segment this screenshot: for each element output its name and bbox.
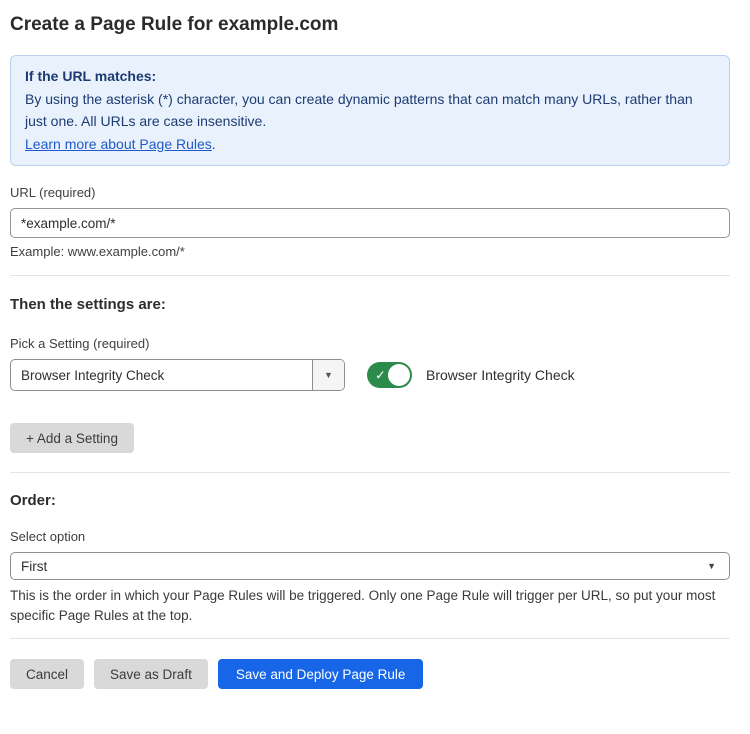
chevron-down-icon: ▼ bbox=[324, 370, 333, 380]
info-box-heading: If the URL matches: bbox=[25, 65, 715, 88]
save-as-draft-button[interactable]: Save as Draft bbox=[94, 659, 208, 689]
toggle-knob bbox=[388, 364, 410, 386]
pick-setting-label: Pick a Setting (required) bbox=[10, 336, 730, 351]
order-help-text: This is the order in which your Page Rul… bbox=[10, 586, 730, 626]
link-suffix: . bbox=[212, 136, 216, 152]
page-title: Create a Page Rule for example.com bbox=[10, 14, 730, 36]
chevron-down-icon: ▼ bbox=[694, 553, 729, 579]
settings-section-heading: Then the settings are: bbox=[10, 296, 730, 313]
page-rule-form: Create a Page Rule for example.com If th… bbox=[0, 14, 750, 689]
cancel-button[interactable]: Cancel bbox=[10, 659, 84, 689]
add-setting-button[interactable]: + Add a Setting bbox=[10, 423, 134, 453]
divider bbox=[10, 638, 730, 639]
setting-select-caret-button[interactable]: ▼ bbox=[312, 360, 344, 390]
order-select[interactable]: First ▼ bbox=[10, 552, 730, 580]
setting-select[interactable]: Browser Integrity Check ▼ bbox=[10, 359, 345, 391]
info-box-link-line: Learn more about Page Rules. bbox=[25, 133, 715, 156]
url-match-info-box: If the URL matches: By using the asteris… bbox=[10, 55, 730, 166]
toggle-label: Browser Integrity Check bbox=[426, 367, 575, 383]
divider bbox=[10, 275, 730, 276]
url-label: URL (required) bbox=[10, 185, 730, 200]
check-icon: ✓ bbox=[375, 369, 386, 382]
order-label: Select option bbox=[10, 529, 730, 544]
info-box-body: By using the asterisk (*) character, you… bbox=[25, 88, 715, 133]
save-and-deploy-button[interactable]: Save and Deploy Page Rule bbox=[218, 659, 424, 689]
page-rules-help-link[interactable]: Learn more about Page Rules bbox=[25, 136, 212, 152]
order-section-heading: Order: bbox=[10, 492, 730, 509]
order-select-value: First bbox=[11, 553, 694, 579]
setting-select-value: Browser Integrity Check bbox=[11, 360, 312, 390]
divider bbox=[10, 472, 730, 473]
url-input[interactable] bbox=[10, 208, 730, 238]
url-example-text: Example: www.example.com/* bbox=[10, 244, 730, 259]
footer-actions: Cancel Save as Draft Save and Deploy Pag… bbox=[10, 659, 730, 689]
setting-row: Browser Integrity Check ▼ ✓ Browser Inte… bbox=[10, 359, 730, 391]
browser-integrity-toggle[interactable]: ✓ bbox=[367, 362, 412, 388]
